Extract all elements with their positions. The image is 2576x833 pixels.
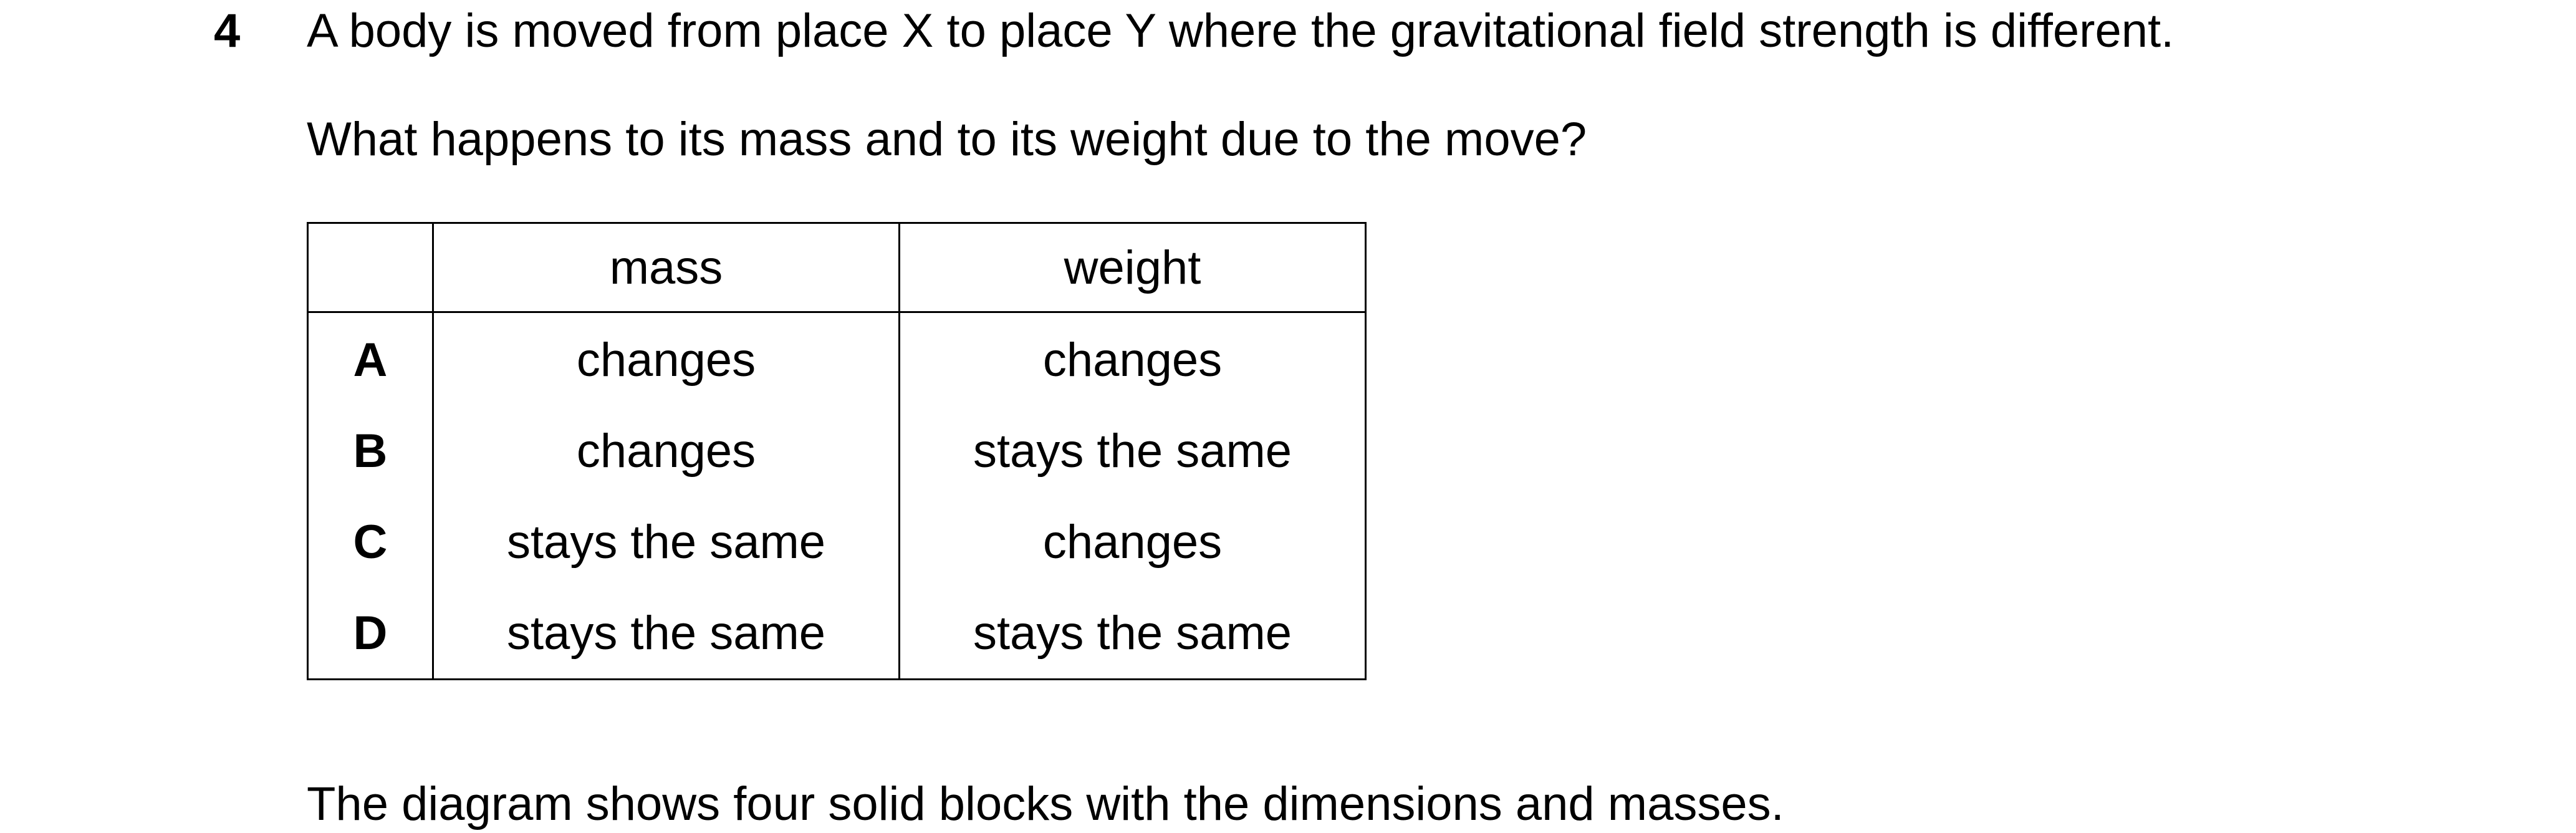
- option-weight: stays the same: [898, 405, 1367, 496]
- option-letter: A: [307, 312, 434, 405]
- option-letter: D: [307, 587, 434, 680]
- table-row: A changes changes: [307, 312, 1367, 405]
- option-letter: C: [307, 496, 434, 587]
- table-row: C stays the same changes: [307, 496, 1367, 587]
- question-prompt: What happens to its mass and to its weig…: [307, 113, 1587, 166]
- table-header-row: mass weight: [307, 222, 1367, 313]
- option-weight: changes: [898, 496, 1367, 587]
- header-blank: [307, 222, 434, 313]
- option-mass: stays the same: [432, 496, 900, 587]
- next-question-text-cut-off: The diagram shows four solid blocks with…: [307, 778, 1784, 831]
- question-stem: A body is moved from place X to place Y …: [307, 4, 2175, 57]
- option-letter: B: [307, 405, 434, 496]
- option-mass: changes: [432, 312, 900, 405]
- option-weight: stays the same: [898, 587, 1367, 680]
- options-table: mass weight A changes changes B changes …: [307, 222, 1367, 680]
- option-mass: changes: [432, 405, 900, 496]
- question-number: 4: [214, 4, 241, 57]
- table-row: B changes stays the same: [307, 405, 1367, 496]
- header-mass: mass: [432, 222, 900, 313]
- table-row: D stays the same stays the same: [307, 587, 1367, 680]
- option-mass: stays the same: [432, 587, 900, 680]
- header-weight: weight: [898, 222, 1367, 313]
- option-weight: changes: [898, 312, 1367, 405]
